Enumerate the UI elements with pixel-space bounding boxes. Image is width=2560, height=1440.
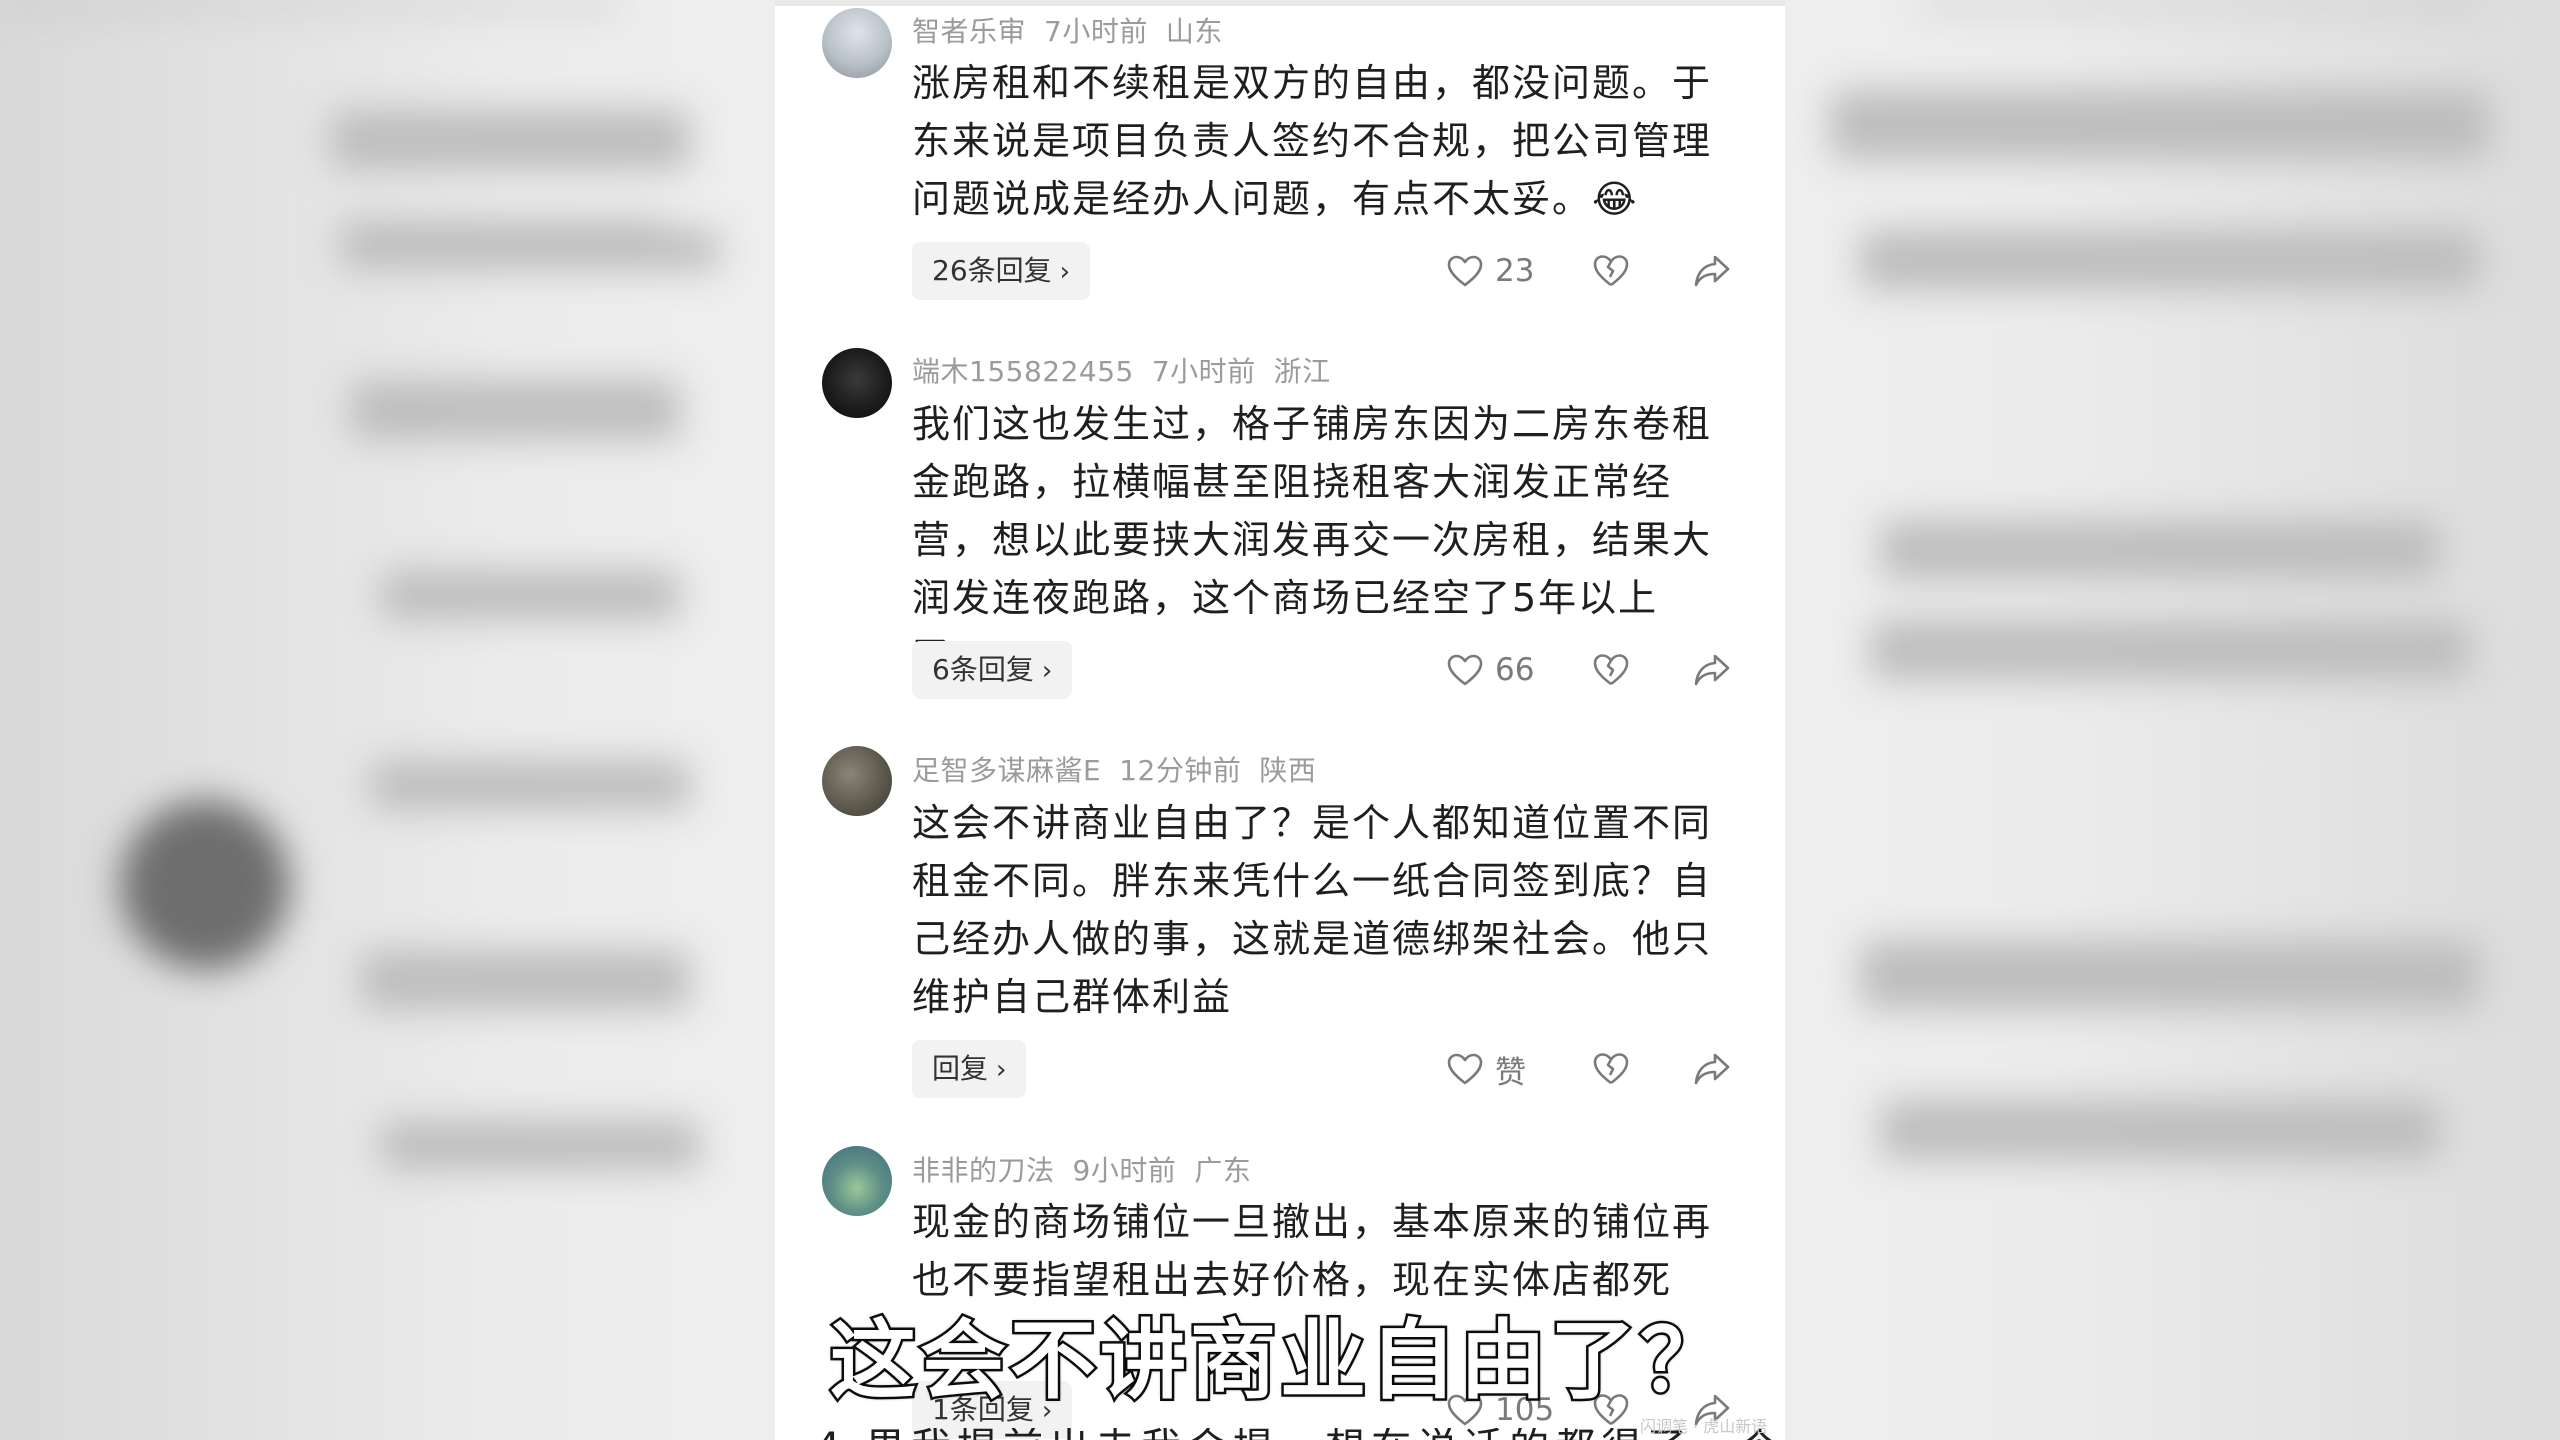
comment-meta: 足智多谋麻酱E 12分钟前 陕西 <box>912 749 1334 789</box>
heart-icon <box>1447 654 1483 686</box>
location: 陕西 <box>1259 754 1317 787</box>
comment-meta: 智者乐审 7小时前 山东 <box>912 10 1241 50</box>
username[interactable]: 非非的刀法 <box>912 1154 1055 1187</box>
like-count: 赞 <box>1495 1054 1526 1091</box>
comment-actions: 23 <box>775 242 1785 300</box>
video-frame: 智者乐审 7小时前 山东 涨房租和不续租是双方的自由，都没问题。于东来说是项目负责人… <box>0 0 2560 1440</box>
comment-text: 涨房租和不续租是双方的自由，都没问题。于东来说是项目负责人签约不合规，把公司管理… <box>912 61 1713 221</box>
timestamp: 7小时前 <box>1044 15 1148 48</box>
username[interactable]: 足智多谋麻酱E <box>912 754 1101 787</box>
like-button[interactable]: 赞 <box>1447 1040 1526 1098</box>
comment-actions: 66 <box>775 641 1785 699</box>
username[interactable]: 智者乐审 <box>912 15 1026 48</box>
like-count: 23 <box>1495 253 1535 289</box>
avatar[interactable] <box>822 348 892 418</box>
timestamp: 9小时前 <box>1072 1154 1177 1187</box>
like-button[interactable]: 23 <box>1447 242 1534 300</box>
timestamp: 7小时前 <box>1151 355 1256 388</box>
heart-icon <box>1447 255 1483 287</box>
comment-text: 这会不讲商业自由了？是个人都知道位置不同租金不同。胖东来凭什么一纸合同签到底？自… <box>912 801 1713 1019</box>
comment-actions: 赞 <box>775 1040 1785 1098</box>
comment-meta: 端木155822455 7小时前 浙江 <box>912 350 1349 390</box>
share-arrow-icon[interactable] <box>1693 1052 1731 1086</box>
panel-top-edge <box>775 0 1785 6</box>
heart-icon <box>1447 1053 1483 1085</box>
share-arrow-icon[interactable] <box>1693 254 1731 288</box>
avatar[interactable] <box>822 746 892 816</box>
laughing-crying-emoji-icon: 😂 <box>1592 177 1639 221</box>
avatar[interactable] <box>822 8 892 78</box>
video-subtitle: 这会不讲商业自由了？ <box>828 1309 1730 1414</box>
location: 山东 <box>1165 15 1223 48</box>
timestamp: 12分钟前 <box>1119 754 1242 787</box>
broken-heart-icon[interactable] <box>1593 653 1629 687</box>
broken-heart-icon[interactable] <box>1593 1052 1629 1086</box>
watermark: 闪调笔 · 虎山新语 <box>1640 1417 1768 1436</box>
location: 浙江 <box>1273 355 1331 388</box>
username[interactable]: 端木155822455 <box>912 355 1134 388</box>
comment-panel: 智者乐审 7小时前 山东 涨房租和不续租是双方的自由，都没问题。于东来说是项目负责人… <box>775 0 1785 1440</box>
like-count: 66 <box>1495 652 1535 688</box>
like-button[interactable]: 66 <box>1447 641 1534 699</box>
comment-meta: 非非的刀法 9小时前 广东 <box>912 1149 1269 1189</box>
share-arrow-icon[interactable] <box>1693 653 1731 687</box>
location: 广东 <box>1194 1154 1252 1187</box>
broken-heart-icon[interactable] <box>1593 254 1629 288</box>
avatar[interactable] <box>822 1146 892 1216</box>
